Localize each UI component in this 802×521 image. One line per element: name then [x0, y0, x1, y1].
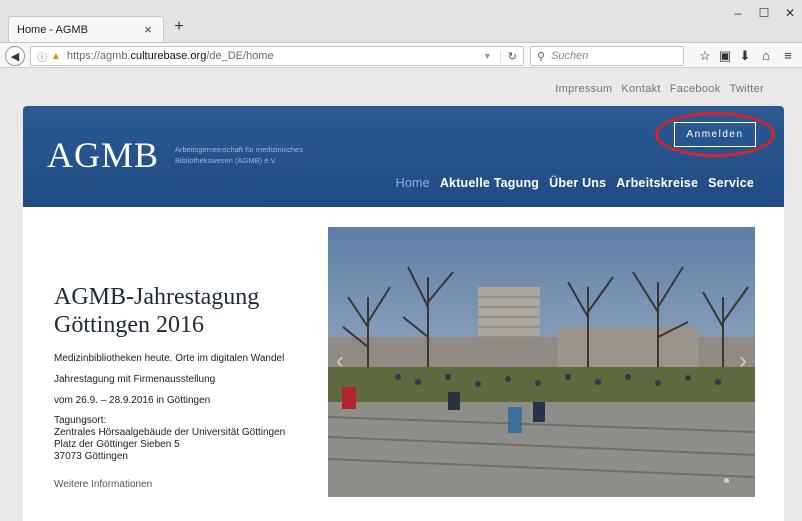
site-header: AGMB Arbeitsgemeinschaft für medizinisch…	[23, 106, 784, 207]
back-arrow-icon: ◀	[10, 50, 20, 63]
browser-navbar: ◀ ⓘ ▲ https://agmb.culturebase.org/de_DE…	[0, 42, 802, 68]
address-bar[interactable]: ⓘ ▲ https://agmb.culturebase.org/de_DE/h…	[30, 46, 524, 66]
top-links: Impressum Kontakt Facebook Twitter	[555, 83, 764, 95]
main-content: AGMB-Jahrestagung Göttingen 2016 Medizin…	[23, 207, 784, 521]
link-facebook[interactable]: Facebook	[670, 83, 721, 95]
site-logo[interactable]: AGMB	[47, 134, 159, 176]
carousel-prev-icon[interactable]: ‹	[336, 347, 344, 375]
nav-home[interactable]: Home	[396, 176, 430, 190]
hero-carousel[interactable]: ‹ ›	[328, 227, 755, 497]
warning-lock-icon[interactable]: ▲	[51, 51, 61, 62]
reading-list-icon[interactable]: ▣	[716, 48, 734, 64]
page-scrollbar[interactable]	[796, 68, 802, 521]
hero-dates: vom 26.9. – 28.9.2016 in Göttingen	[54, 395, 211, 406]
link-kontakt[interactable]: Kontakt	[621, 83, 660, 95]
hero-description: Jahrestagung mit Firmenausstellung	[54, 374, 216, 385]
search-input[interactable]: ⚲ Suchen	[530, 46, 684, 66]
highlight-annotation	[655, 112, 775, 157]
more-info-link[interactable]: Weitere Informationen	[54, 479, 152, 490]
info-icon[interactable]: ⓘ	[37, 49, 47, 64]
main-nav: Home Aktuelle Tagung Über Uns Arbeitskre…	[396, 176, 754, 190]
search-icon: ⚲	[537, 50, 546, 63]
menu-icon[interactable]: ≡	[779, 48, 797, 63]
maximize-icon[interactable]: ☐	[752, 6, 776, 20]
tab-title: Home - AGMB	[17, 23, 88, 36]
tab-home[interactable]: Home - AGMB ×	[8, 16, 164, 42]
home-icon[interactable]: ⌂	[757, 48, 775, 63]
search-placeholder: Suchen	[551, 50, 589, 62]
back-button[interactable]: ◀	[5, 46, 25, 66]
campus-photo	[328, 227, 755, 497]
hero-subtitle: Medizinbibliotheken heute. Orte im digit…	[54, 353, 285, 364]
carousel-next-icon[interactable]: ›	[739, 347, 747, 375]
close-tab-icon[interactable]: ×	[141, 22, 155, 37]
nav-service[interactable]: Service	[708, 176, 754, 190]
carousel-dot[interactable]	[724, 478, 729, 483]
venue-address: Tagungsort: Zentrales Hörsaalgebäude der…	[54, 415, 286, 462]
dropdown-icon[interactable]: ▼	[483, 51, 492, 61]
hero-title: AGMB-Jahrestagung Göttingen 2016	[54, 284, 260, 338]
browser-titlebar: Home - AGMB × + – ☐ ✕	[0, 0, 802, 44]
download-icon[interactable]: ⬇	[736, 48, 754, 64]
carousel-indicators	[724, 478, 729, 483]
url-text: https://agmb.culturebase.org/de_DE/home	[66, 50, 274, 62]
nav-aktuelle-tagung[interactable]: Aktuelle Tagung	[440, 176, 539, 190]
nav-ueber-uns[interactable]: Über Uns	[549, 176, 606, 190]
link-twitter[interactable]: Twitter	[730, 83, 765, 95]
logo-subtitle: Arbeitsgemeinschaft für medizinisches Bi…	[175, 145, 303, 165]
reload-icon[interactable]: ↻	[499, 49, 517, 63]
nav-arbeitskreise[interactable]: Arbeitskreise	[616, 176, 698, 190]
bookmark-star-icon[interactable]: ☆	[696, 48, 714, 64]
new-tab-button[interactable]: +	[170, 18, 188, 36]
window-close-icon[interactable]: ✕	[778, 6, 802, 20]
minimize-icon[interactable]: –	[726, 6, 750, 20]
page-viewport: Impressum Kontakt Facebook Twitter AGMB …	[0, 68, 802, 521]
link-impressum[interactable]: Impressum	[555, 83, 612, 95]
